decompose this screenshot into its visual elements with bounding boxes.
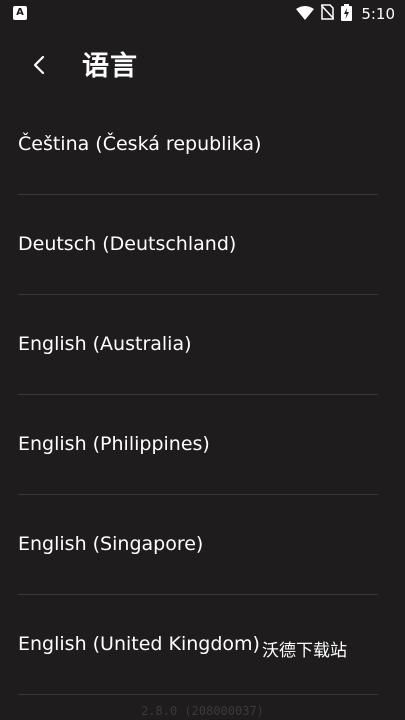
clock-time: 5:10: [361, 5, 395, 23]
back-button[interactable]: [22, 48, 56, 82]
language-item[interactable]: English (Philippines): [0, 395, 405, 495]
status-bar: A 5:10: [0, 0, 405, 28]
language-label: English (Singapore): [18, 533, 204, 555]
language-label: English (Philippines): [18, 433, 210, 455]
language-label: English (Australia): [18, 333, 192, 355]
language-label: Čeština (Česká republika): [18, 133, 262, 155]
language-item[interactable]: Čeština (Česká republika): [0, 95, 405, 195]
divider: [18, 694, 378, 695]
page-title: 语言: [82, 51, 138, 82]
language-label: English (United Kingdom): [18, 633, 260, 655]
language-item[interactable]: Deutsch (Deutschland): [0, 195, 405, 295]
watermark-text: 沃德下载站: [262, 641, 347, 661]
no-sim-icon: [320, 4, 335, 24]
app-bar: 语言: [0, 28, 405, 100]
language-list: Čeština (Česká republika) Deutsch (Deuts…: [0, 95, 405, 695]
chevron-left-icon: [33, 55, 45, 75]
language-item[interactable]: English (Australia): [0, 295, 405, 395]
language-label: Deutsch (Deutschland): [18, 233, 237, 255]
status-icons: 5:10: [296, 3, 395, 25]
app-notification-icon: A: [13, 6, 27, 20]
battery-charging-icon: [341, 3, 353, 25]
version-label: 2.8.0 (208000037): [141, 704, 264, 718]
language-item[interactable]: English (Singapore): [0, 495, 405, 595]
wifi-icon: [296, 5, 315, 24]
